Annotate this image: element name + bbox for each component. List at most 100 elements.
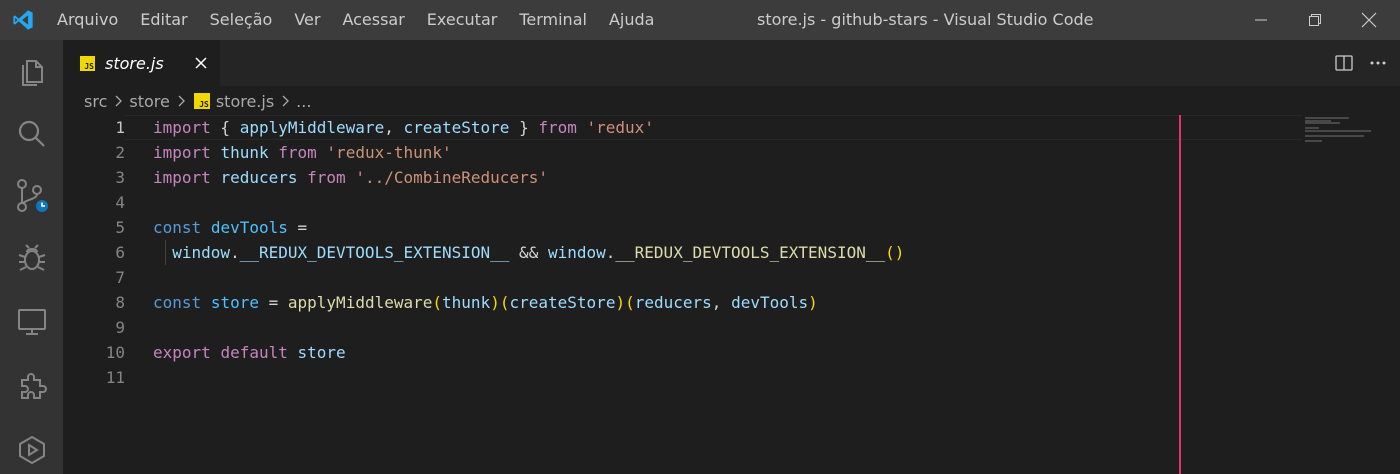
tab-bar: JS store.js	[63, 40, 1400, 86]
code-token: reducers	[220, 168, 298, 187]
code-token: thunk	[220, 143, 269, 162]
code-editor[interactable]: 1 2 3 4 5 6 7 8 9 10 11 import { applyMiddleware, …	[63, 115, 1400, 474]
line-number: 6	[115, 243, 125, 262]
play-icon	[18, 435, 45, 465]
code-line[interactable]: import { applyMiddleware, createStore } …	[153, 115, 654, 140]
tab-store-js[interactable]: JS store.js	[63, 40, 220, 86]
menu-item[interactable]: Ajuda	[598, 0, 666, 40]
activity-remote-explorer[interactable]	[0, 290, 63, 354]
bug-icon	[18, 244, 45, 271]
line-number: 9	[115, 318, 125, 337]
more-actions-icon[interactable]	[1368, 53, 1388, 73]
code-token: {	[210, 118, 240, 137]
code-token: .	[230, 243, 240, 262]
breadcrumb-file[interactable]: store.js	[216, 92, 274, 111]
code-token: from	[538, 118, 577, 137]
monitor-icon	[17, 309, 46, 335]
code-token: createStore	[403, 118, 510, 137]
split-editor-icon[interactable]	[1334, 53, 1354, 73]
activity-search[interactable]	[0, 102, 63, 166]
chevron-right-icon	[178, 95, 185, 107]
puzzle-icon	[20, 373, 47, 399]
restore-icon	[1309, 14, 1321, 26]
close-tab-icon[interactable]	[191, 53, 211, 73]
line-number: 7	[115, 268, 125, 287]
minimize-icon	[1255, 19, 1267, 21]
minimap-line	[1305, 130, 1372, 132]
code-token: ()	[885, 243, 905, 262]
breadcrumb: src store JS store.js ...	[84, 88, 311, 114]
js-file-icon: JS	[80, 55, 95, 71]
activity-source-control[interactable]	[0, 164, 63, 228]
source-control-icon	[16, 179, 50, 214]
code-token: .	[605, 243, 616, 262]
code-token: __REDUX_DEVTOOLS_EXTENSION__	[615, 243, 886, 262]
menu-item[interactable]: Executar	[416, 0, 509, 40]
vscode-logo-icon[interactable]	[11, 9, 35, 31]
code-token: thunk	[442, 293, 491, 312]
code-token: (	[432, 293, 443, 312]
editor-actions	[1334, 40, 1388, 86]
activity-run[interactable]	[0, 418, 63, 474]
menu-item[interactable]: Terminal	[508, 0, 598, 40]
code-token: __REDUX_DEVTOOLS_EXTENSION__	[239, 243, 510, 262]
menu-item[interactable]: Arquivo	[46, 0, 129, 40]
code-token: export	[153, 343, 211, 362]
activity-explorer[interactable]	[0, 40, 63, 104]
activity-extensions[interactable]	[0, 354, 63, 418]
files-icon	[21, 60, 43, 86]
breadcrumb-symbols[interactable]: ...	[296, 92, 311, 111]
code-token: 'redux-thunk'	[326, 143, 452, 162]
code-token: =	[258, 293, 288, 312]
window-title: store.js - github-stars - Visual Studio …	[757, 10, 1094, 29]
code-token: window	[547, 243, 606, 262]
code-token: =	[287, 218, 308, 237]
menu-item[interactable]: Ver	[283, 0, 331, 40]
code-token: &&	[509, 243, 548, 262]
line-number: 8	[115, 293, 125, 312]
code-token: ,	[711, 293, 732, 312]
code-token: import	[153, 143, 211, 162]
line-number: 10	[105, 343, 125, 362]
code-line[interactable]: const devTools =	[153, 215, 307, 240]
code-token: devTools	[731, 293, 809, 312]
code-token: devTools	[210, 218, 288, 237]
code-line[interactable]: export default store	[153, 340, 346, 365]
minimize-button[interactable]	[1238, 0, 1284, 40]
search-icon	[18, 120, 45, 147]
breadcrumb-store[interactable]: store	[129, 92, 169, 111]
column-ruler	[1179, 115, 1181, 474]
breadcrumb-src[interactable]: src	[84, 92, 107, 111]
menu-item[interactable]: Editar	[129, 0, 198, 40]
code-line[interactable]: import thunk from 'redux-thunk'	[153, 140, 452, 165]
line-number: 4	[115, 193, 125, 212]
code-token: )	[808, 293, 818, 312]
menu-item[interactable]: Seleção	[199, 0, 284, 40]
code-token: const	[153, 218, 202, 237]
code-line[interactable]: const store = applyMiddleware(thunk)(cre…	[153, 290, 818, 315]
close-window-button[interactable]	[1346, 0, 1392, 40]
restore-button[interactable]	[1292, 0, 1338, 40]
line-number: 1	[115, 118, 125, 137]
code-line[interactable]: window.__REDUX_DEVTOOLS_EXTENSION__ && w…	[153, 240, 904, 265]
activity-run-debug[interactable]	[0, 226, 63, 290]
code-line[interactable]: import reducers from '../CombineReducers…	[153, 165, 548, 190]
code-token: default	[220, 343, 288, 362]
menu-item[interactable]: Acessar	[331, 0, 415, 40]
js-file-icon: JS	[193, 93, 210, 109]
chevron-right-icon	[282, 95, 290, 107]
code-token: )	[490, 293, 500, 312]
minimap[interactable]	[1303, 115, 1400, 474]
code-token: applyMiddleware	[287, 293, 433, 312]
chevron-right-icon	[115, 95, 123, 107]
